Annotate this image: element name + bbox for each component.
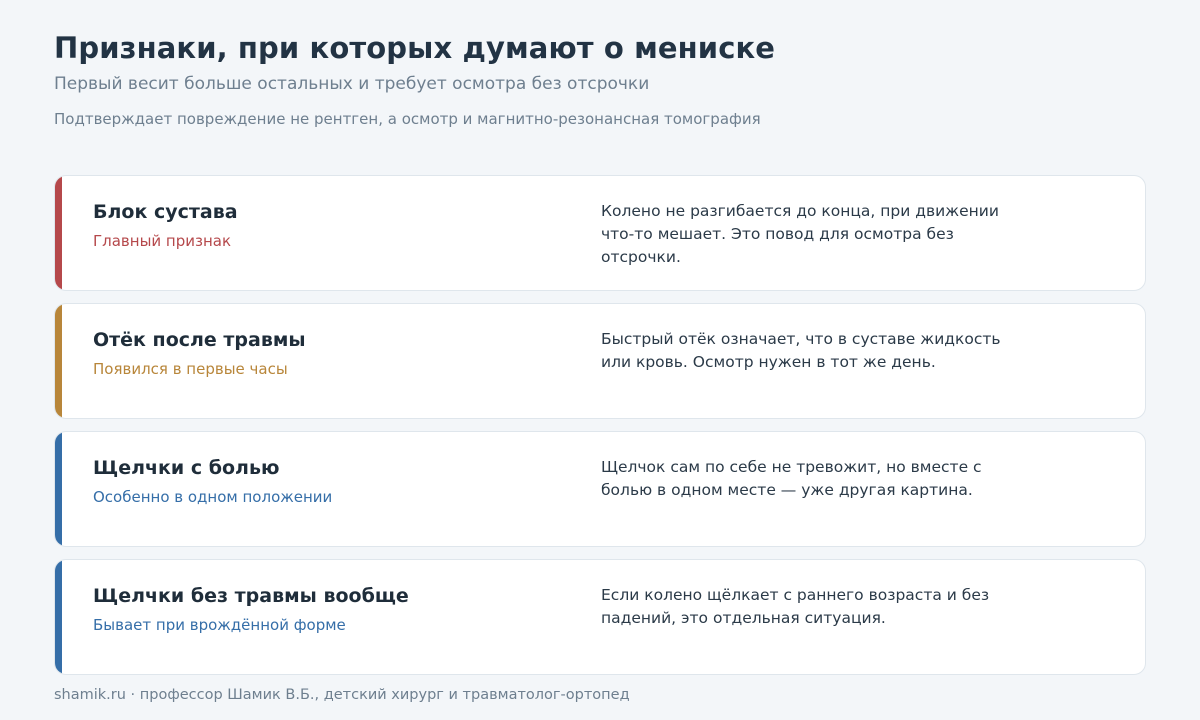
card-title: Щелчки без травмы вообще (93, 585, 409, 607)
symptom-card-joint-block: Блок сустава Главный признак Колено не р… (54, 175, 1146, 291)
page-subtitle: Первый весит больше остальных и требует … (54, 74, 650, 94)
footer-credit: shamik.ru · профессор Шамик В.Б., детски… (54, 687, 630, 703)
card-title: Блок сустава (93, 201, 238, 223)
page-title: Признаки, при которых думают о мениске (54, 31, 776, 65)
card-title: Отёк после травмы (93, 329, 306, 351)
header: Признаки, при которых думают о мениске П… (54, 30, 1146, 129)
symptom-card-clicks-with-pain: Щелчки с болью Особенно в одном положени… (54, 431, 1146, 547)
card-tag: Появился в первые часы (93, 360, 288, 378)
card-description: Колено не разгибается до конца, при движ… (601, 202, 999, 266)
card-accent-bar (55, 560, 62, 674)
card-accent-bar (55, 432, 62, 546)
symptom-card-swelling: Отёк после травмы Появился в первые часы… (54, 303, 1146, 419)
card-accent-bar (55, 304, 62, 418)
card-tag: Бывает при врождённой форме (93, 616, 346, 634)
symptom-list: Блок сустава Главный признак Колено не р… (54, 175, 1146, 687)
symptom-card-clicks-no-trauma: Щелчки без травмы вообще Бывает при врож… (54, 559, 1146, 675)
card-accent-bar (55, 176, 62, 290)
card-title: Щелчки с болью (93, 457, 280, 479)
page-note: Подтверждает повреждение не рентген, а о… (54, 110, 761, 128)
card-description: Быстрый отёк означает, что в суставе жид… (601, 330, 1001, 371)
card-description: Щелчок сам по себе не тревожит, но вмест… (601, 458, 982, 499)
card-tag: Особенно в одном положении (93, 488, 333, 506)
card-tag: Главный признак (93, 232, 232, 250)
card-description: Если колено щёлкает с раннего возраста и… (601, 586, 990, 627)
